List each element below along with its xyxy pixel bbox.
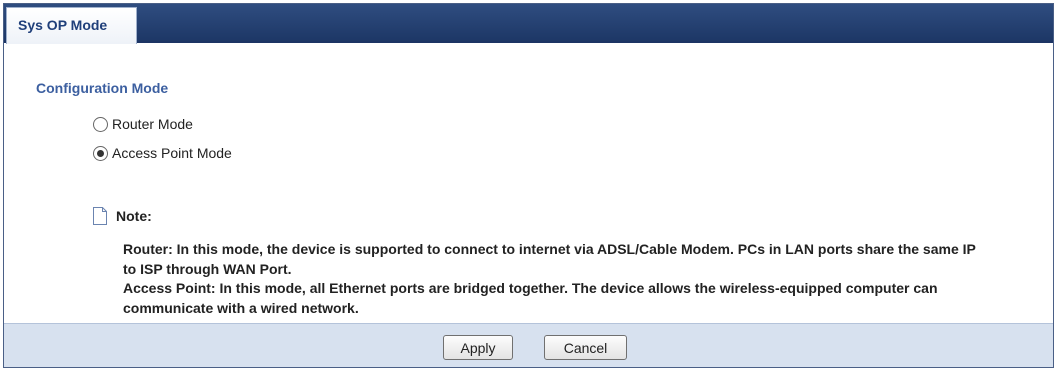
button-bar: Apply Cancel [4, 323, 1053, 367]
tab-sys-op-mode[interactable]: Sys OP Mode [6, 7, 137, 44]
note-access-point-text: Access Point: In this mode, all Ethernet… [123, 280, 938, 316]
tab-bar: Sys OP Mode [4, 4, 1053, 44]
sys-op-mode-panel: Sys OP Mode Configuration Mode Router Mo… [3, 3, 1054, 368]
cancel-button[interactable]: Cancel [544, 335, 627, 360]
router-mode-option[interactable]: Router Mode [93, 114, 193, 134]
note-label: Note: [116, 208, 152, 224]
access-point-mode-label: Access Point Mode [112, 145, 232, 161]
note-router-text: Router: In this mode, the device is supp… [123, 241, 976, 277]
section-title: Configuration Mode [36, 80, 169, 96]
access-point-mode-option[interactable]: Access Point Mode [93, 143, 232, 163]
note-body: Router: In this mode, the device is supp… [123, 240, 983, 318]
note-icon [93, 207, 107, 225]
router-mode-label: Router Mode [112, 116, 193, 132]
apply-button[interactable]: Apply [443, 335, 513, 360]
router-mode-radio[interactable] [93, 116, 108, 132]
note-header: Note: [93, 207, 152, 225]
access-point-mode-radio[interactable] [93, 145, 108, 161]
